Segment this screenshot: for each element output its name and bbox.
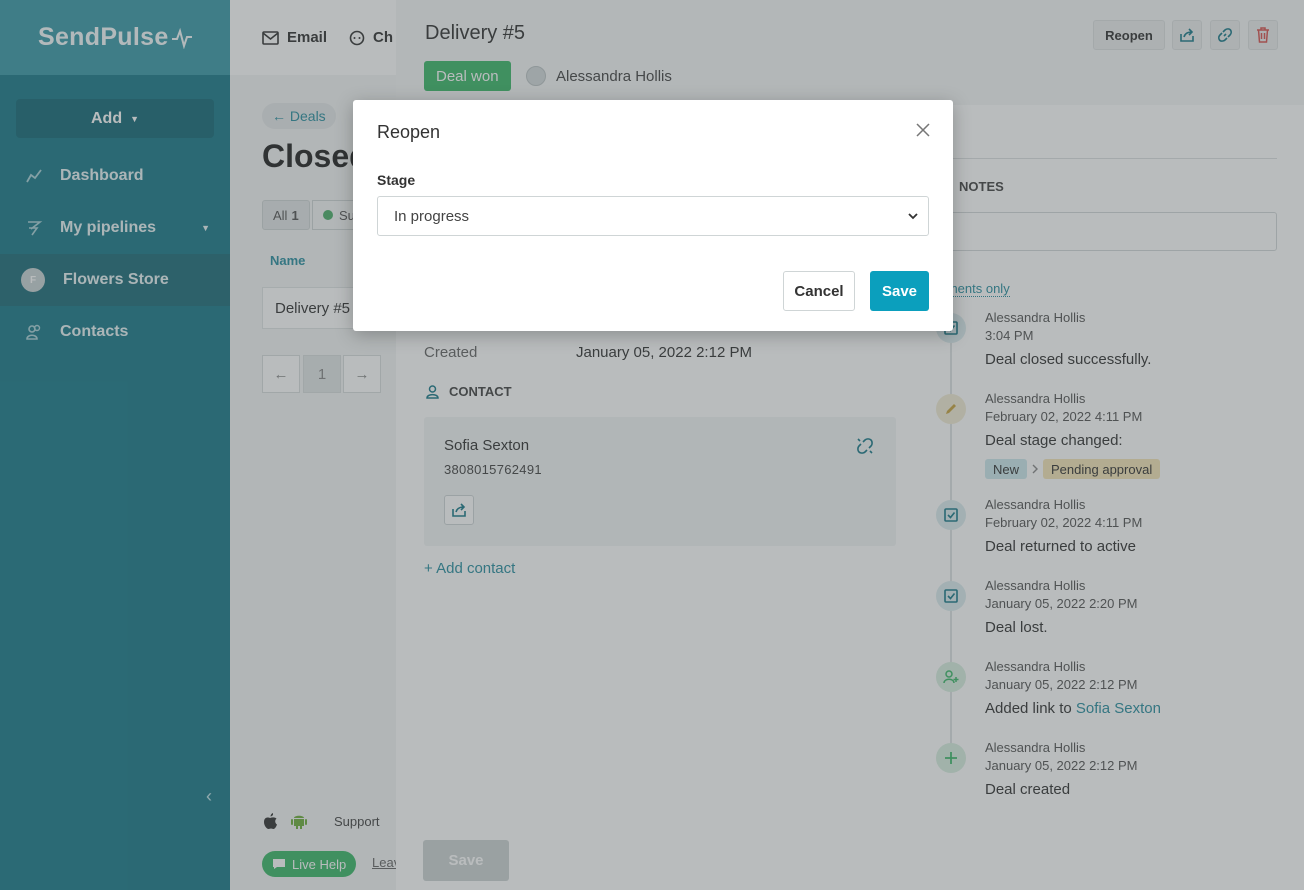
cancel-button[interactable]: Cancel [783,271,855,311]
stage-label: Stage [377,172,416,188]
reopen-dialog: Reopen Stage In progress Cancel Save [353,100,953,331]
close-icon[interactable] [915,122,931,138]
stage-select[interactable]: In progress [377,196,929,236]
dialog-title: Reopen [377,122,441,142]
stage-select-value: In progress [394,207,470,225]
save-button[interactable]: Save [870,271,929,311]
chevron-down-icon [908,213,918,220]
